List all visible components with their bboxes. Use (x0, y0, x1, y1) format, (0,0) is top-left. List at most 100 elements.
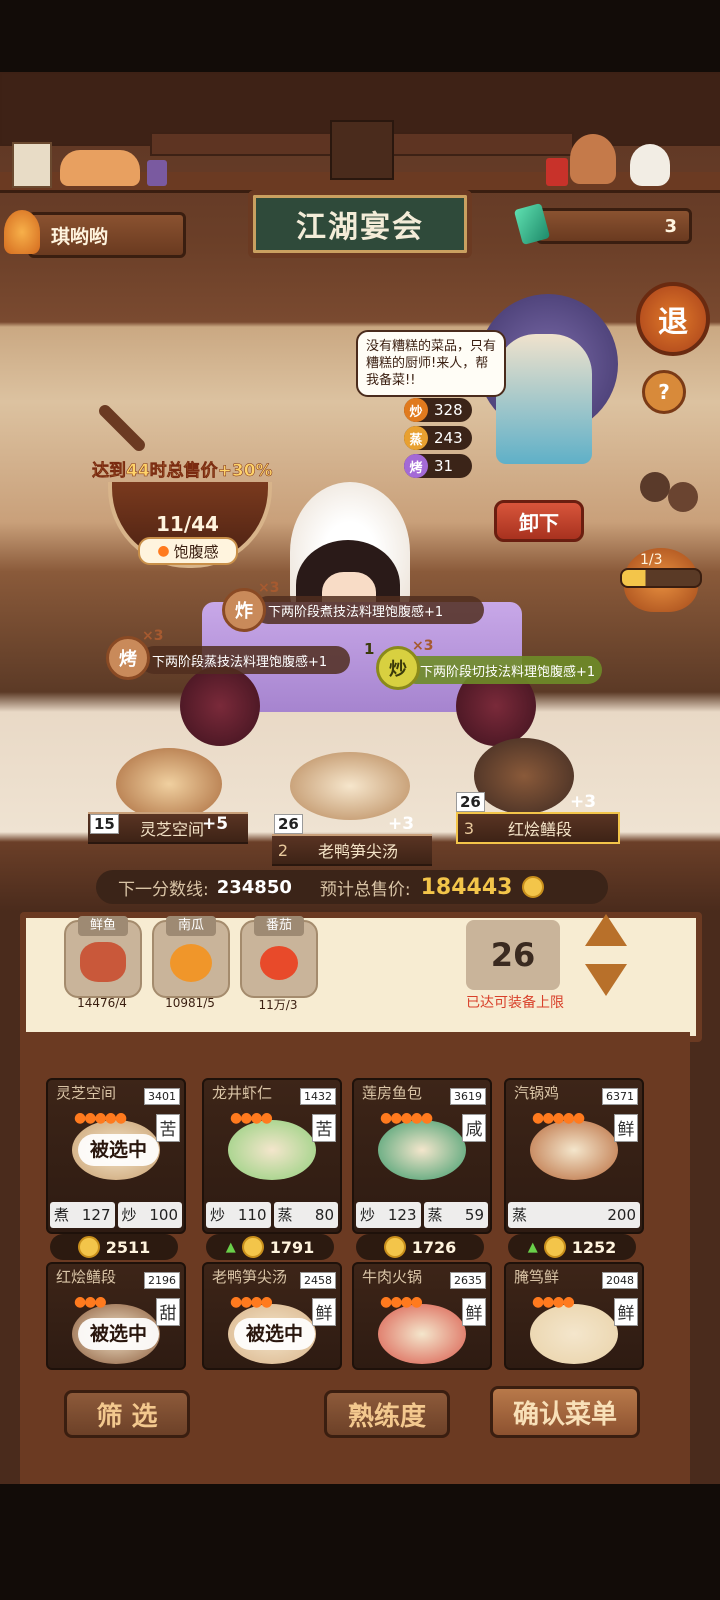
ingredient-slot[interactable]: 南瓜 (152, 916, 230, 998)
tech-requirement: 炒 100 (117, 1202, 182, 1228)
flavor-badge: 鲜 (614, 1298, 638, 1326)
recipe-card[interactable]: 龙井虾仁 1432 苦 ●●●● 炒 110 蒸 80 (202, 1078, 342, 1234)
recipe-rarity: ●●●● (230, 1294, 273, 1310)
fire-icon: ● (240, 1294, 252, 1310)
flavor-badge: 咸 (462, 1114, 486, 1142)
recipe-card[interactable]: 老鸭笋尖汤 2458 鲜 ●●●● 被选中 (202, 1262, 342, 1370)
fire-icon: ● (572, 1110, 585, 1126)
tech-requirement: 蒸 80 (273, 1202, 338, 1228)
tech-value: 127 (81, 1206, 111, 1224)
tech-name: 蒸 (277, 1206, 293, 1224)
sleeping-cat-icon (60, 150, 140, 186)
dish-image (378, 1120, 466, 1180)
player-name-plate[interactable]: 琪哟哟 (28, 212, 186, 258)
tech-requirement: 煮 127 (50, 1202, 115, 1228)
recipe-name: 灵芝空间 (56, 1084, 117, 1102)
fire-icon: ● (410, 1294, 423, 1310)
recipe-rarity: ●●●● (532, 1294, 575, 1310)
recipe-card[interactable]: 红烩鳝段 2196 甜 ●●● 被选中 (46, 1262, 186, 1370)
bonus-text: 下两阶段煮技法料理饱腹感+1 (268, 604, 444, 620)
fire-icon: ● (390, 1294, 402, 1310)
npc-stats: 炒 328 蒸 243 烤 31 (404, 398, 472, 478)
recipe-rarity: ●●●● (380, 1294, 423, 1310)
filter-button[interactable]: 筛 选 (64, 1390, 190, 1438)
restaurant-sign: 江湖宴会 (248, 190, 472, 258)
coin-icon (241, 1236, 264, 1258)
stat-row: 炒 328 (404, 398, 472, 422)
fire-icon: ● (250, 1294, 262, 1310)
fire-icon: ● (400, 1110, 412, 1126)
recipe-price: ▲ 1791 (206, 1234, 334, 1260)
recipe-card[interactable]: 汽锅鸡 6371 鲜 ●●●●● 蒸 200 (504, 1078, 644, 1234)
exit-label: 退 (658, 305, 688, 340)
jar-icon (640, 472, 670, 502)
gem-counter[interactable]: 3 (536, 208, 692, 244)
exit-button[interactable]: 退 (636, 282, 710, 356)
satiety-label: 饱腹感 (173, 542, 219, 561)
confirm-menu-button[interactable]: 确认菜单 (490, 1386, 640, 1438)
arrow-down-icon[interactable] (585, 964, 627, 996)
bonus-effect: 下两阶段煮技法料理饱腹感+1 (254, 596, 484, 624)
fire-icon: ● (410, 1110, 423, 1126)
tech-value: 123 (387, 1206, 417, 1224)
recipe-rarity: ●●●● (230, 1110, 273, 1126)
recipe-price: ▲ 1252 (508, 1234, 636, 1260)
recipe-score: 2458 (300, 1272, 336, 1289)
recipe-score: 3401 (144, 1088, 180, 1105)
price-value: 2511 (105, 1237, 151, 1257)
steam-icon: 蒸 (404, 426, 428, 450)
unload-button[interactable]: 卸下 (494, 500, 584, 542)
npc-speech-bubble: 没有糟糕的菜品，只有糟糕的厨师!来人，帮我备菜!! (356, 330, 506, 397)
fire-icon: ● (104, 1110, 117, 1126)
recipe-score: 3619 (450, 1088, 486, 1105)
recipe-card[interactable]: 腌笃鲜 2048 鲜 ●●●● (504, 1262, 644, 1370)
recipe-card[interactable]: 莲房鱼包 3619 咸 ●●●●● 炒 123 蒸 59 (352, 1078, 492, 1234)
satiety-bonus-text: 达到44时总售价+30% (92, 461, 273, 482)
dish-bonus: +3 (570, 792, 597, 812)
tech-name: 炒 (360, 1206, 376, 1224)
flavor-badge: 苦 (312, 1114, 336, 1142)
recipe-name: 腌笃鲜 (514, 1268, 560, 1286)
dish-bonus: +3 (388, 814, 415, 834)
arrow-up-icon[interactable] (585, 914, 627, 946)
fire-icon: ● (260, 1294, 273, 1310)
next-score-label: 下一分数线: (118, 879, 209, 900)
stat-value: 328 (434, 401, 463, 419)
recipe-score: 2196 (144, 1272, 180, 1289)
help-button[interactable]: ? (642, 370, 686, 414)
coin-icon (522, 876, 545, 898)
mastery-label: 熟练度 (347, 1401, 426, 1432)
score-bar: 下一分数线: 234850 预计总售价: 184443 (96, 870, 608, 904)
stage-dish-2[interactable]: 2 老鸭笋尖汤 (272, 834, 432, 866)
selected-badge: 被选中 (234, 1318, 316, 1350)
jar-icon (668, 482, 698, 512)
recipe-rarity: ●●● (74, 1294, 107, 1310)
tech-row: 煮 127 炒 100 (50, 1202, 182, 1228)
tech-requirement: 炒 123 (356, 1202, 421, 1228)
flavor-badge: 鲜 (462, 1298, 486, 1326)
coin-icon (383, 1236, 406, 1258)
ingredient-slot[interactable]: 番茄 (240, 916, 318, 998)
tech-name: 炒 (210, 1206, 226, 1224)
next-score-value: 234850 (216, 876, 292, 898)
flavor-badge: 鲜 (312, 1298, 336, 1326)
equip-status: 已达可装备上限 (466, 995, 564, 1011)
tech-name: 炒 (121, 1206, 137, 1224)
fire-icon: ● (552, 1294, 564, 1310)
fire-icon: ● (532, 1294, 544, 1310)
ingredient-amount: 10981/5 (165, 996, 215, 1010)
ingredient-slot[interactable]: 鲜鱼 (64, 916, 142, 998)
mastery-button[interactable]: 熟练度 (324, 1390, 450, 1438)
recipe-card[interactable]: 牛肉火锅 2635 鲜 ●●●● (352, 1262, 492, 1370)
tech-value: 200 (607, 1206, 636, 1224)
coin-icon (77, 1236, 100, 1258)
recipe-rarity: ●●●●● (532, 1110, 585, 1126)
recipe-card[interactable]: 灵芝空间 3401 苦 ●●●●● 被选中煮 127 炒 100 (46, 1078, 186, 1234)
tech-name: 蒸 (427, 1206, 443, 1224)
book-icon (546, 158, 568, 186)
fire-icon: ● (114, 1110, 127, 1126)
stage-dish-3[interactable]: 3 红烩鳝段 (456, 812, 620, 844)
dish-image (530, 1304, 618, 1364)
fire-icon: ● (400, 1294, 412, 1310)
fox-avatar-icon[interactable] (4, 210, 40, 254)
